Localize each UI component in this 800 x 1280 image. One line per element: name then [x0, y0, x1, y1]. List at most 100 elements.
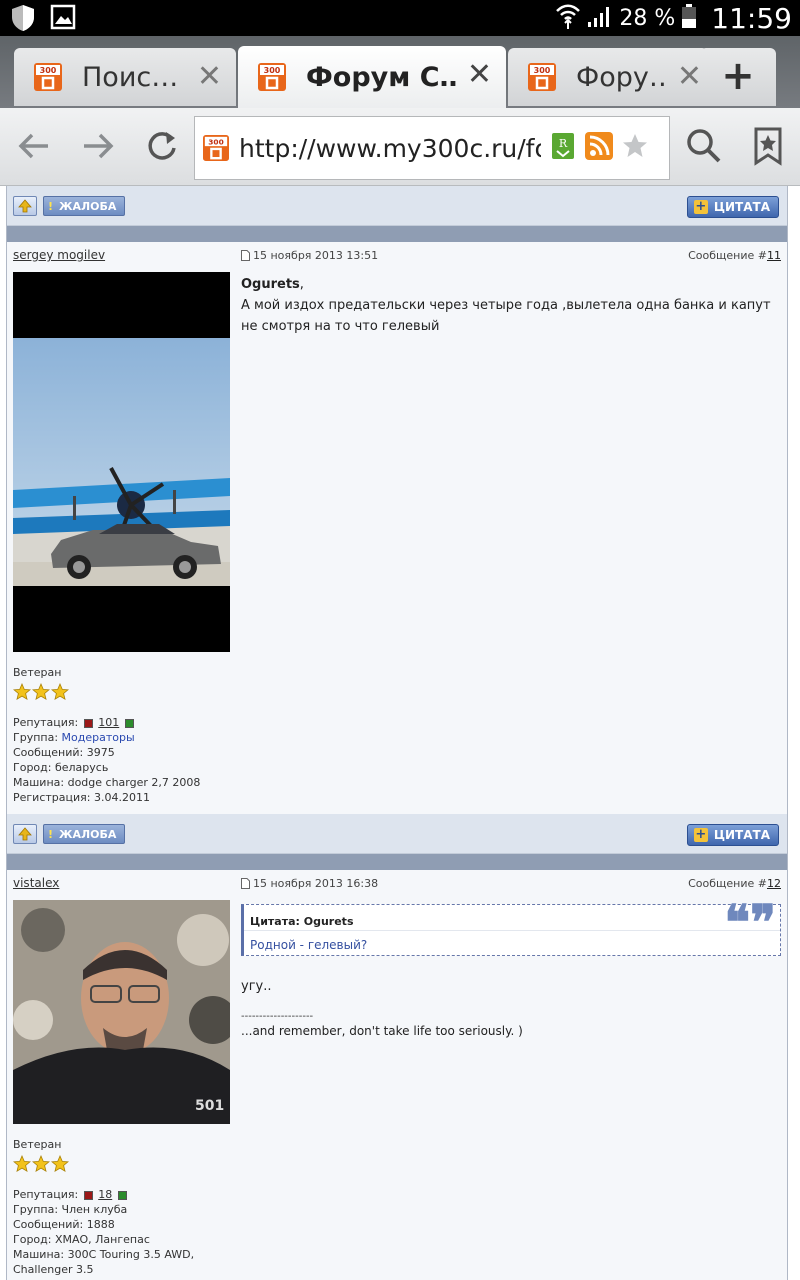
document-icon: [241, 878, 250, 889]
reputation-label: Репутация:: [13, 1188, 79, 1201]
registration-date: Регистрация: 3.04.2011: [13, 791, 150, 804]
exclamation-icon: !: [48, 199, 54, 213]
back-arrow-icon[interactable]: [14, 126, 54, 166]
star-icon: [13, 1155, 31, 1173]
search-icon[interactable]: [684, 126, 724, 166]
user-info-column: 501 Ветеран Репутация: 18 Группа: Член к…: [13, 900, 231, 1277]
forum-post: vistalex 15 ноября 2013 16:38 Сообщение …: [7, 870, 787, 1280]
plus-icon: +: [693, 827, 708, 842]
status-bar: 28 % 11:59: [0, 0, 800, 36]
post-number-link[interactable]: 12: [767, 877, 781, 890]
tab-title: Форум С…: [306, 61, 456, 93]
site-favicon-icon: 300: [258, 63, 286, 91]
svg-text:501: 501: [195, 1098, 224, 1114]
star-icon: [32, 1155, 50, 1173]
tab-search[interactable]: 300 Поис… ✕: [14, 48, 236, 106]
addressee-name[interactable]: Ogurets: [241, 277, 300, 292]
reputation-value[interactable]: 18: [98, 1188, 112, 1201]
tab-title: Фору…: [576, 61, 666, 93]
star-icon: [51, 683, 69, 701]
tab-forum-2[interactable]: 300 Фору… ✕: [508, 48, 708, 106]
post-username[interactable]: vistalex: [13, 876, 59, 890]
quote-label: ЦИТАТА: [713, 828, 770, 842]
group-link[interactable]: Модераторы: [62, 731, 135, 744]
shield-icon: [10, 4, 36, 36]
reputation-label: Репутация:: [13, 716, 79, 729]
rank-stars: [13, 1155, 231, 1173]
reputation-row: Репутация: 101: [13, 715, 231, 730]
reputation-plus-icon[interactable]: [117, 1190, 127, 1200]
quote-text: Родной - гелевый?: [250, 938, 368, 952]
site-favicon-icon: 300: [34, 63, 62, 91]
url-input[interactable]: http://www.my300c.ru/forum/: [239, 134, 541, 163]
rss-icon[interactable]: [585, 132, 613, 164]
user-rank: Ветеран: [13, 666, 62, 679]
reputation-row: Репутация: 18: [13, 1187, 231, 1202]
exclamation-icon: !: [48, 827, 54, 841]
user-details: Репутация: 18 Группа: Член клуба Сообщен…: [13, 1187, 231, 1277]
user-city: Город: беларусь: [13, 761, 109, 774]
close-tab-icon[interactable]: ✕: [197, 62, 222, 92]
message-count: Сообщений: 3975: [13, 746, 115, 759]
star-icon: [51, 1155, 69, 1173]
quote-block: Цитата: Ogurets Родной - гелевый? ❝❞: [241, 899, 781, 956]
reputation-value[interactable]: 101: [98, 716, 119, 729]
signature-divider: --------------------: [241, 1011, 314, 1022]
scroll-top-button[interactable]: [13, 824, 37, 844]
reload-icon[interactable]: [142, 126, 182, 166]
user-portrait-photo: 501: [13, 900, 230, 1124]
post-date: 15 ноября 2013 13:51: [241, 249, 378, 262]
new-tab-button[interactable]: +: [700, 48, 776, 106]
close-tab-icon[interactable]: ✕: [677, 62, 702, 92]
message-count: Сообщений: 1888: [13, 1218, 115, 1231]
complain-button[interactable]: ! ЖАЛОБА: [43, 196, 126, 216]
site-favicon-icon: 300: [528, 63, 556, 91]
group-name: Член клуба: [61, 1203, 128, 1216]
post-content: Цитата: Ogurets Родной - гелевый? ❝❞ угу…: [241, 899, 781, 1039]
user-car: Машина: dodge charger 2,7 2008: [13, 776, 201, 789]
star-icon: [13, 683, 31, 701]
signal-icon: [587, 4, 613, 32]
rank-stars: [13, 683, 231, 701]
battery-icon: [681, 3, 697, 33]
forum-post: sergey mogilev 15 ноября 2013 13:51 Сооб…: [7, 242, 787, 814]
reputation-minus-icon[interactable]: [83, 1190, 93, 1200]
post-number-link[interactable]: 11: [767, 249, 781, 262]
svg-text:300: 300: [208, 137, 223, 146]
complain-label: ЖАЛОБА: [59, 827, 117, 841]
post-username[interactable]: sergey mogilev: [13, 248, 105, 262]
close-tab-icon[interactable]: ✕: [467, 60, 492, 90]
bookmarks-icon[interactable]: [748, 126, 788, 166]
post-number: Сообщение #12: [688, 877, 781, 890]
complain-label: ЖАЛОБА: [59, 199, 117, 213]
tab-title: Поис…: [82, 61, 179, 93]
post-addressee: Ogurets,: [241, 277, 304, 292]
post-action-bar: ! ЖАЛОБА + ЦИТАТА: [7, 814, 787, 854]
quote-marks-icon: ❝❞: [724, 895, 776, 951]
post-text: угу..: [241, 979, 272, 994]
bookmark-star-icon[interactable]: [621, 132, 649, 164]
reputation-minus-icon[interactable]: [83, 718, 93, 728]
post-content: Ogurets, А мой издох предательски через …: [241, 274, 781, 337]
browser-toolbar: 300 http://www.my300c.ru/forum/ R: [0, 108, 800, 186]
wifi-icon: [555, 2, 581, 34]
reader-icon[interactable]: R: [549, 132, 577, 164]
user-city: Город: ХМАО, Лангепас: [13, 1233, 150, 1246]
star-icon: [32, 683, 50, 701]
post-date: 15 ноября 2013 16:38: [241, 877, 378, 890]
user-car: Машина: 300C Touring 3.5 AWD, Challenger…: [13, 1248, 195, 1276]
site-favicon-icon: 300: [203, 135, 229, 161]
post-number-label: Сообщение #: [688, 249, 767, 262]
post-header: sergey mogilev 15 ноября 2013 13:51 Сооб…: [7, 242, 787, 268]
tab-forum-active[interactable]: 300 Форум С… ✕: [238, 46, 506, 108]
forward-arrow-icon[interactable]: [78, 126, 118, 166]
reputation-plus-icon[interactable]: [124, 718, 134, 728]
user-rank: Ветеран: [13, 1138, 62, 1151]
address-bar[interactable]: 300 http://www.my300c.ru/forum/ R: [194, 116, 670, 180]
quote-button[interactable]: + ЦИТАТА: [686, 824, 779, 846]
post-action-bar: ! ЖАЛОБА + ЦИТАТА: [7, 186, 787, 226]
quote-button[interactable]: + ЦИТАТА: [686, 196, 779, 218]
group-label: Группа:: [13, 731, 59, 744]
complain-button[interactable]: ! ЖАЛОБА: [43, 824, 126, 844]
scroll-top-button[interactable]: [13, 196, 37, 216]
